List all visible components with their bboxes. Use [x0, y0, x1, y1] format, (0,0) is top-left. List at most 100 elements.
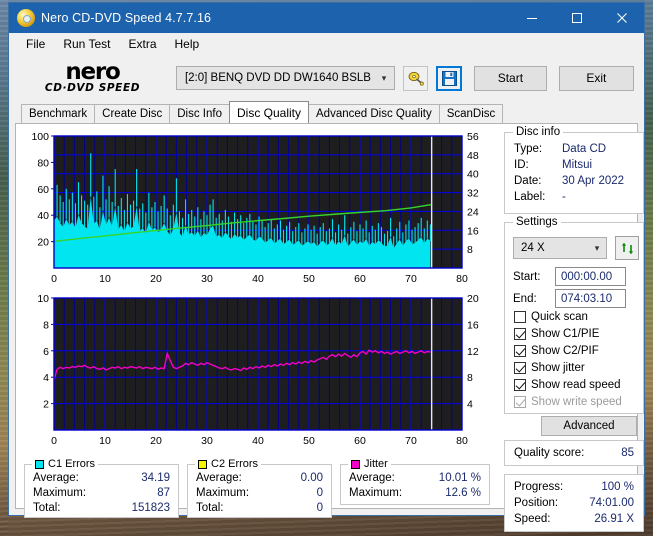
position-row: Position: 74:01.00	[514, 497, 634, 509]
start-button[interactable]: Start	[474, 65, 547, 91]
speed-select-value: 24 X	[521, 242, 545, 254]
c1-error-chart-canvas: 20 40 60 80 100 8 16 24 32 40 48 56 0 10 20 30 40 50 60 70 8…	[31, 131, 479, 285]
c2-errors-legend: C2 Errors Average: 0.00 Maximum: 0 Total…	[187, 458, 332, 518]
toolbar: nero CD·DVD SPEED [2:0] BENQ DVD DD DW16…	[9, 55, 644, 101]
svg-text:80: 80	[456, 435, 468, 447]
checkbox-quick-scan[interactable]: Quick scan	[514, 311, 588, 323]
c1-color-swatch	[35, 459, 44, 469]
disc-tool-icon-button[interactable]	[402, 65, 429, 91]
desktop-wallpaper-left	[0, 0, 8, 536]
svg-text:10: 10	[99, 435, 111, 447]
checkbox-label: Show jitter	[531, 362, 585, 374]
close-button[interactable]	[599, 3, 644, 33]
svg-text:0: 0	[51, 435, 57, 447]
svg-text:10: 10	[37, 293, 49, 305]
checkbox-label: Show C2/PIF	[531, 345, 599, 357]
svg-text:8: 8	[467, 372, 473, 384]
disc-info-type-row: Type: Data CD	[514, 143, 607, 155]
svg-text:70: 70	[405, 435, 417, 447]
checkbox-label: Quick scan	[531, 311, 588, 323]
svg-text:8: 8	[43, 319, 49, 331]
disc-info-date-row: Date: 30 Apr 2022	[514, 175, 625, 187]
svg-text:50: 50	[303, 273, 315, 285]
tab-create-disc[interactable]: Create Disc	[94, 104, 171, 123]
disc-info-title: Disc info	[513, 126, 564, 138]
minimize-button[interactable]	[509, 3, 554, 33]
checkbox-label: Show write speed	[531, 396, 622, 408]
checkbox-show-write-speed: Show write speed	[514, 396, 622, 408]
cd-disc-icon	[17, 9, 35, 27]
maximize-button[interactable]	[554, 3, 599, 33]
jitter-legend-title: Jitter	[348, 458, 391, 470]
checkbox-show-c1-pie[interactable]: Show C1/PIE	[514, 328, 599, 340]
svg-text:40: 40	[252, 273, 264, 285]
c2-color-swatch	[198, 459, 207, 469]
c1-average-row: Average: 34.19	[33, 472, 170, 484]
tab-scandisc[interactable]: ScanDisc	[438, 104, 504, 123]
advanced-button[interactable]: Advanced	[541, 416, 637, 436]
menu-item-file[interactable]: File	[17, 35, 54, 53]
svg-text:20: 20	[150, 435, 162, 447]
start-time-label: Start:	[513, 270, 541, 283]
exit-button[interactable]: Exit	[558, 65, 634, 91]
tab-advanced-disc-quality[interactable]: Advanced Disc Quality	[308, 104, 440, 123]
checkbox-show-c2-pif[interactable]: Show C2/PIF	[514, 345, 599, 357]
checkbox-box	[514, 396, 526, 408]
menu-item-help[interactable]: Help	[166, 35, 209, 53]
svg-text:50: 50	[303, 435, 315, 447]
nero-logo: nero CD·DVD SPEED	[21, 58, 164, 98]
chevron-down-icon: ▾	[381, 72, 387, 83]
nero-main-window: Nero CD-DVD Speed 4.7.7.16 File Run Test…	[8, 2, 645, 532]
quality-score-row: Quality score: 85	[505, 441, 643, 465]
drive-select[interactable]: [2:0] BENQ DVD DD DW1640 BSLB ▾	[175, 66, 395, 90]
quality-score-label: Quality score:	[514, 447, 585, 459]
end-time-row: End: 074:03.10	[513, 289, 626, 308]
end-time-input[interactable]: 074:03.10	[555, 289, 626, 308]
menu-item-extra[interactable]: Extra	[119, 35, 165, 53]
tab-benchmark[interactable]: Benchmark	[21, 104, 96, 123]
svg-text:12: 12	[467, 346, 479, 358]
menu-bar: File Run Test Extra Help	[9, 33, 644, 55]
settings-panel: Settings 24 X ▾ Start: 000:00.00 End: 07…	[504, 216, 644, 436]
tab-disc-info[interactable]: Disc Info	[169, 104, 230, 123]
start-time-input[interactable]: 000:00.00	[555, 267, 626, 286]
svg-text:8: 8	[467, 244, 473, 256]
svg-text:4: 4	[43, 372, 49, 384]
svg-text:48: 48	[467, 150, 479, 162]
quality-score-value: 85	[621, 447, 634, 459]
menu-item-run-test[interactable]: Run Test	[54, 35, 119, 53]
jitter-average-row: Average: 10.01 %	[349, 472, 481, 484]
checkbox-label: Show read speed	[531, 379, 621, 391]
c1-total-row: Total: 151823	[33, 502, 170, 514]
checkbox-show-jitter[interactable]: Show jitter	[514, 362, 585, 374]
save-floppy-icon-button[interactable]	[436, 65, 463, 91]
chevron-down-icon: ▾	[594, 242, 600, 253]
speed-select[interactable]: 24 X ▾	[513, 237, 607, 259]
svg-text:60: 60	[37, 184, 49, 196]
tab-disc-quality[interactable]: Disc Quality	[229, 101, 310, 123]
svg-text:10: 10	[99, 273, 111, 285]
refresh-icon-button[interactable]	[615, 236, 639, 260]
logo-subtitle: CD·DVD SPEED	[44, 82, 141, 94]
svg-text:56: 56	[467, 131, 479, 143]
quality-score-panel: Quality score: 85	[504, 440, 644, 466]
jitter-color-swatch	[351, 459, 360, 469]
disc-info-label-row: Label: -	[514, 191, 566, 203]
jitter-chart: 2 4 6 8 10 4 8 12 16 20 0 10 20 30 40 50 60 70 80	[20, 290, 498, 450]
jitter-chart-canvas: 2 4 6 8 10 4 8 12 16 20 0 10 20 30 40 50 60 70 80	[37, 293, 479, 447]
logo-wordmark: nero	[65, 59, 121, 85]
svg-text:60: 60	[354, 273, 366, 285]
checkbox-box	[514, 328, 526, 340]
checkbox-box	[514, 362, 526, 374]
jitter-legend: Jitter Average: 10.01 % Maximum: 12.6 %	[340, 458, 490, 505]
svg-text:30: 30	[201, 273, 213, 285]
desktop-wallpaper-right	[645, 0, 653, 536]
checkbox-show-read-speed[interactable]: Show read speed	[514, 379, 621, 391]
svg-text:40: 40	[467, 169, 479, 181]
checkbox-box	[514, 311, 526, 323]
c2-average-row: Average: 0.00	[196, 472, 323, 484]
svg-text:20: 20	[37, 237, 49, 249]
drive-select-value: [2:0] BENQ DVD DD DW1640 BSLB	[184, 72, 371, 84]
tab-bar: Benchmark Create Disc Disc Info Disc Qua…	[9, 101, 644, 123]
svg-text:24: 24	[467, 206, 479, 218]
